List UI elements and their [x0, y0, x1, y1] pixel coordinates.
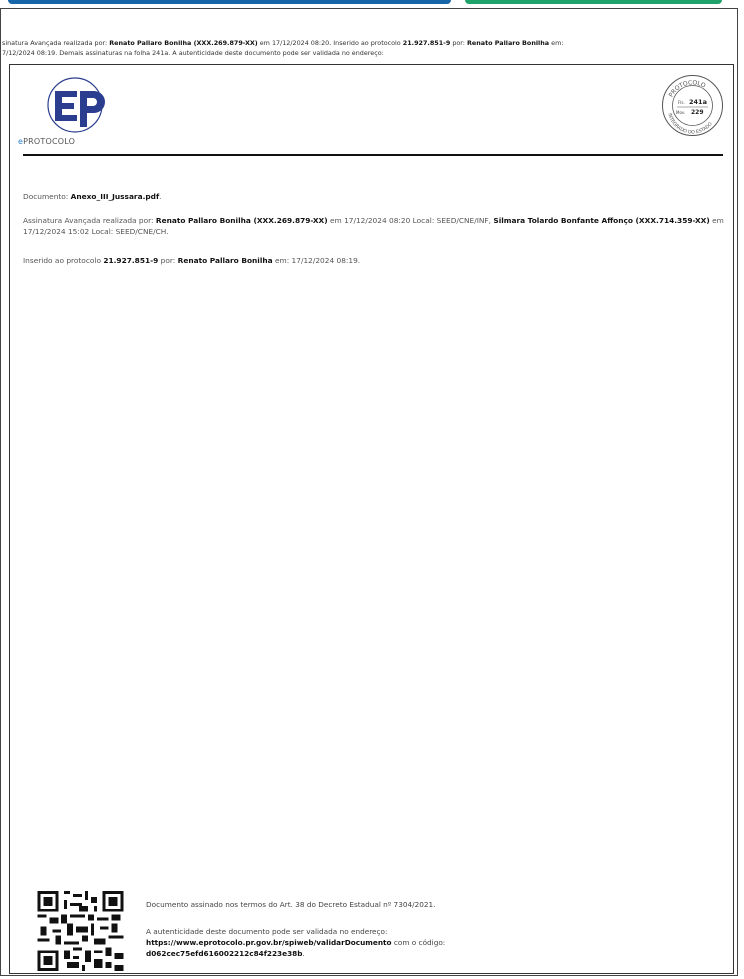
- document-frame: ePROTOCOLO PROTOCOLO INTEGRADO DO ESTADO…: [9, 64, 734, 974]
- signatures-paragraph: Assinatura Avançada realizada por: Renat…: [23, 216, 724, 236]
- top-bars: [0, 0, 744, 8]
- inserted-paragraph: Inserido ao protocolo 21.927.851-9 por: …: [23, 256, 361, 265]
- qr-code-icon: [37, 891, 124, 971]
- top-bar-green: [465, 0, 722, 4]
- seal-fl-value: 241a: [689, 98, 707, 106]
- top-bar-blue: [8, 0, 451, 4]
- authenticity-line: A autenticidade deste documento pode ser…: [146, 927, 388, 936]
- document-name-line: Documento: Anexo_III_Jussara.pdf.: [23, 192, 162, 201]
- header-divider: [23, 154, 723, 156]
- seal-fl-label: Fls.: [678, 100, 685, 105]
- validation-code-line: d062cec75efd616002212c84f223e38b.: [146, 949, 305, 958]
- protocol-seal-icon: PROTOCOLO INTEGRADO DO ESTADO Fls. 241a …: [662, 75, 723, 136]
- signature-header-line-1: sinatura Avançada realizada por: Renato …: [2, 39, 564, 47]
- seal-mov-value: 229: [691, 109, 704, 116]
- logo-text: ePROTOCOLO: [18, 137, 76, 146]
- decree-line: Documento assinado nos termos do Art. 38…: [146, 900, 436, 909]
- validation-url-link[interactable]: https://www.eprotocolo.pr.gov.br/spiweb/…: [146, 938, 392, 947]
- seal-mov-label: Mov.: [676, 110, 685, 115]
- signature-header: sinatura Avançada realizada por: Renato …: [2, 38, 738, 62]
- signature-header-line-2: 7/12/2024 08:19. Demais assinaturas na f…: [2, 49, 384, 57]
- validation-url-line: https://www.eprotocolo.pr.gov.br/spiweb/…: [146, 938, 446, 947]
